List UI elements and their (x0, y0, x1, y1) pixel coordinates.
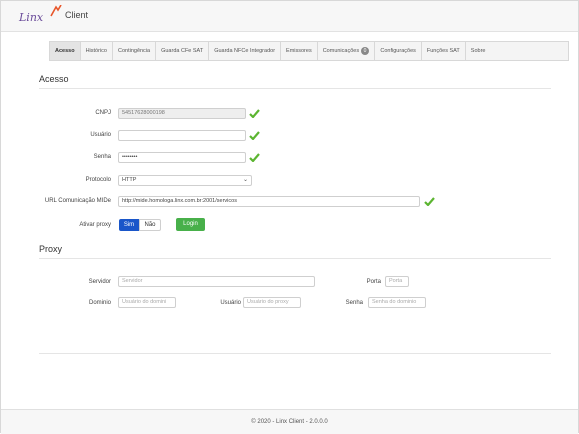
tab-label: Guarda CFe SAT (161, 48, 204, 54)
proxy-title: Proxy (39, 244, 63, 254)
tab-label: Comunicações (322, 48, 360, 54)
chevron-down-icon: ⌄ (242, 177, 248, 183)
tab-configuracoes[interactable]: Configurações (375, 42, 422, 60)
tab-label: Histórico (85, 48, 107, 54)
dominio-field[interactable]: Usuário do domini (118, 297, 176, 308)
app-window: Linx Client Acesso Histórico Contingênci… (0, 0, 579, 434)
tab-label: Emissores (286, 48, 312, 54)
servidor-label: Servidor (88, 279, 111, 285)
logo-mark-icon (50, 5, 62, 17)
tab-label: Funções SAT (426, 48, 460, 54)
tab-contingencia[interactable]: Contingência (113, 42, 157, 60)
protocolo-label: Protocolo (85, 177, 111, 183)
dominio-label: Dominio (88, 300, 111, 306)
tab-acesso[interactable]: Acesso (50, 42, 81, 60)
logo-word: Linx (19, 11, 44, 24)
url-field[interactable]: http://mide.homologa.linx.com.br:2001/se… (118, 196, 420, 207)
proxy-senha-field[interactable]: Senha do dominio (368, 297, 426, 308)
check-icon (424, 197, 435, 206)
tab-historico[interactable]: Histórico (81, 42, 113, 60)
proxy-usuario-label: Usuário (220, 300, 241, 306)
tab-label: Acesso (55, 48, 75, 54)
login-button[interactable]: Login (176, 218, 205, 231)
porta-field[interactable]: Porta (385, 276, 409, 287)
senha-label: Senha (93, 154, 111, 160)
proxy-yes-button[interactable]: Sim (119, 219, 139, 231)
tab-label: Guarda NFCe Integrador (214, 48, 276, 54)
check-icon (249, 109, 260, 118)
tab-guarda-nfce-integrador[interactable]: Guarda NFCe Integrador (209, 42, 282, 60)
proxy-usuario-field[interactable]: Usuário do proxy (243, 297, 301, 308)
url-label: URL Comunicação MIDe (44, 198, 111, 204)
top-bar: Linx Client (1, 1, 578, 32)
proxy-divider (39, 258, 551, 259)
cnpj-label: CNPJ (95, 110, 111, 116)
protocolo-value: HTTP (122, 177, 137, 183)
proxy-toggle-label: Ativar proxy (79, 222, 111, 228)
acesso-title: Acesso (39, 74, 69, 84)
porta-label: Porta (366, 279, 381, 285)
usuario-label: Usuário (90, 132, 111, 138)
proxy-senha-label: Senha (345, 300, 363, 306)
tab-guarda-cfe-sat[interactable]: Guarda CFe SAT (156, 42, 210, 60)
protocolo-select[interactable]: HTTP ⌄ (118, 175, 252, 186)
tab-sobre[interactable]: Sobre (466, 42, 491, 60)
tab-label: Contingência (117, 48, 151, 54)
app-name: Client (65, 10, 89, 20)
check-icon (249, 153, 260, 162)
proxy-no-button[interactable]: Não (139, 219, 161, 231)
senha-field[interactable]: •••••••• (118, 152, 246, 163)
bottom-divider (39, 353, 551, 354)
tab-comunicacoes[interactable]: Comunicações 0 (318, 42, 376, 60)
tab-label: Sobre (470, 48, 486, 54)
cnpj-field: 54517628000198 (118, 108, 246, 119)
tab-emissores[interactable]: Emissores (281, 42, 318, 60)
check-icon (249, 131, 260, 140)
tab-label: Configurações (380, 48, 416, 54)
tab-bar: Acesso Histórico Contingência Guarda CFe… (49, 41, 569, 61)
tab-funcoes-sat[interactable]: Funções SAT (422, 42, 466, 60)
footer-text: © 2020 - Linx Client - 2.0.0.0 (251, 419, 328, 425)
footer: © 2020 - Linx Client - 2.0.0.0 (1, 409, 578, 434)
servidor-field[interactable]: Servidor (118, 276, 315, 287)
acesso-divider (39, 88, 551, 89)
usuario-field[interactable] (118, 130, 246, 141)
comunicacoes-badge: 0 (360, 46, 370, 55)
